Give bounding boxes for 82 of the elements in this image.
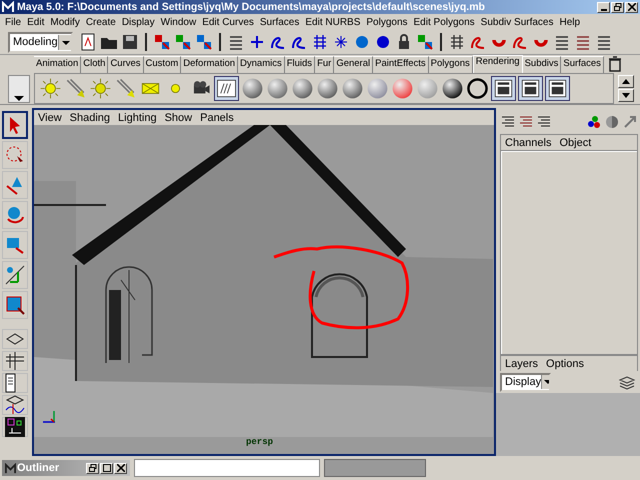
channel-box-menu-item[interactable]: Object bbox=[555, 136, 596, 148]
caret-icon bbox=[13, 94, 25, 102]
four-view-icon[interactable] bbox=[2, 351, 28, 371]
manipulator-icon[interactable] bbox=[2, 261, 28, 289]
select-component-icon[interactable] bbox=[2, 291, 28, 319]
close-button[interactable] bbox=[625, 2, 638, 12]
graph-layout-icon[interactable] bbox=[2, 395, 28, 415]
layer-menu-item[interactable]: Layers bbox=[501, 358, 542, 370]
single-view-icon[interactable] bbox=[2, 329, 28, 349]
hierarchy-select-icon[interactable] bbox=[152, 32, 172, 52]
hypershade-layout-icon[interactable] bbox=[2, 417, 28, 437]
scroll-up-button[interactable] bbox=[618, 75, 634, 88]
caret-up-icon bbox=[622, 79, 630, 84]
close-button[interactable] bbox=[114, 462, 127, 474]
close-icon bbox=[628, 3, 636, 11]
restore-icon bbox=[88, 464, 96, 472]
render-window-icon[interactable] bbox=[214, 76, 239, 101]
trash-icon[interactable] bbox=[608, 56, 622, 72]
viewport-menu-item[interactable]: Lighting bbox=[114, 112, 161, 124]
command-input-field[interactable] bbox=[134, 459, 320, 477]
app-logo-icon bbox=[5, 462, 16, 474]
camera-label: persp bbox=[246, 437, 274, 447]
object-select-icon[interactable] bbox=[173, 32, 193, 52]
menu-item[interactable]: Edit Curves bbox=[199, 16, 257, 28]
shelf-tab[interactable]: Rendering bbox=[472, 55, 523, 73]
rotate-tool-icon[interactable] bbox=[2, 201, 28, 229]
scroll-down-button[interactable] bbox=[618, 89, 634, 102]
caret-icon bbox=[541, 375, 549, 389]
maximize-button[interactable] bbox=[100, 462, 113, 474]
lasso-icon[interactable] bbox=[2, 141, 28, 169]
menu-item[interactable]: Window bbox=[158, 16, 200, 28]
menu-item[interactable]: Modify bbox=[47, 16, 83, 28]
axes-icon[interactable] bbox=[586, 114, 602, 130]
menu-item[interactable]: Subdiv Surfaces bbox=[478, 16, 556, 28]
sun-light-icon[interactable] bbox=[39, 77, 62, 100]
viewport-menu-item[interactable]: Shading bbox=[66, 112, 114, 124]
display-dropdown[interactable]: Display bbox=[500, 372, 551, 392]
viewport-menu-item[interactable]: View bbox=[34, 112, 66, 124]
sphere-icon[interactable] bbox=[441, 77, 464, 100]
clapboard-icon[interactable] bbox=[545, 76, 570, 101]
arrow-icon[interactable] bbox=[622, 114, 638, 130]
caret-icon bbox=[58, 34, 71, 50]
component-select-icon[interactable] bbox=[194, 32, 214, 52]
layer-menu-item[interactable]: Options bbox=[542, 358, 588, 370]
outliner-title: Outliner bbox=[17, 462, 60, 474]
menu-item[interactable]: Surfaces bbox=[256, 16, 302, 28]
menu-item[interactable]: File bbox=[2, 16, 24, 28]
menu-item[interactable]: Edit NURBS bbox=[302, 16, 364, 28]
menu-item[interactable]: Help bbox=[556, 16, 584, 28]
outliner-layout-icon[interactable] bbox=[2, 373, 28, 393]
select-box-icon[interactable] bbox=[415, 32, 435, 52]
caret-down-icon bbox=[622, 93, 630, 98]
restore-icon bbox=[614, 3, 622, 11]
channel-box-menu-item[interactable]: Channels bbox=[501, 136, 556, 148]
spot-light-icon[interactable] bbox=[64, 77, 87, 100]
menu-item[interactable]: Edit Polygons bbox=[410, 16, 478, 28]
window-title: Maya 5.0: F:\Documents and Settings\jyq\My Documents\maya\projects\default\scenes\jyq.mb bbox=[17, 1, 486, 13]
move-tool-icon[interactable] bbox=[2, 171, 28, 199]
axis-indicator-icon bbox=[40, 408, 58, 424]
viewport-menu-item[interactable]: Show bbox=[160, 112, 196, 124]
color-sphere-icon[interactable] bbox=[391, 77, 414, 100]
clapboard-icon[interactable] bbox=[518, 76, 543, 101]
new-layer-icon[interactable] bbox=[618, 374, 636, 390]
minimize-button[interactable] bbox=[597, 2, 610, 12]
app-logo-icon bbox=[2, 1, 14, 13]
point-light-icon[interactable] bbox=[89, 77, 112, 100]
viewport-menu-item[interactable]: Panels bbox=[196, 112, 238, 124]
shelf-options-button[interactable] bbox=[8, 74, 30, 102]
menu-item[interactable]: Create bbox=[82, 16, 119, 28]
menu-item[interactable]: Edit bbox=[24, 16, 48, 28]
menu-item[interactable]: Display bbox=[118, 16, 158, 28]
close-icon bbox=[116, 464, 124, 472]
menu-item[interactable]: Polygons bbox=[363, 16, 411, 28]
clapboard-icon[interactable] bbox=[491, 76, 516, 101]
mode-dropdown[interactable]: Modeling bbox=[8, 32, 73, 52]
maximize-icon bbox=[102, 464, 110, 472]
ring-icon[interactable] bbox=[466, 77, 489, 100]
restore-button[interactable] bbox=[86, 462, 99, 474]
restore-button[interactable] bbox=[611, 2, 624, 12]
half-circle-icon[interactable] bbox=[604, 114, 620, 130]
scale-tool-icon[interactable] bbox=[2, 231, 28, 259]
spot-light-icon[interactable] bbox=[114, 77, 137, 100]
